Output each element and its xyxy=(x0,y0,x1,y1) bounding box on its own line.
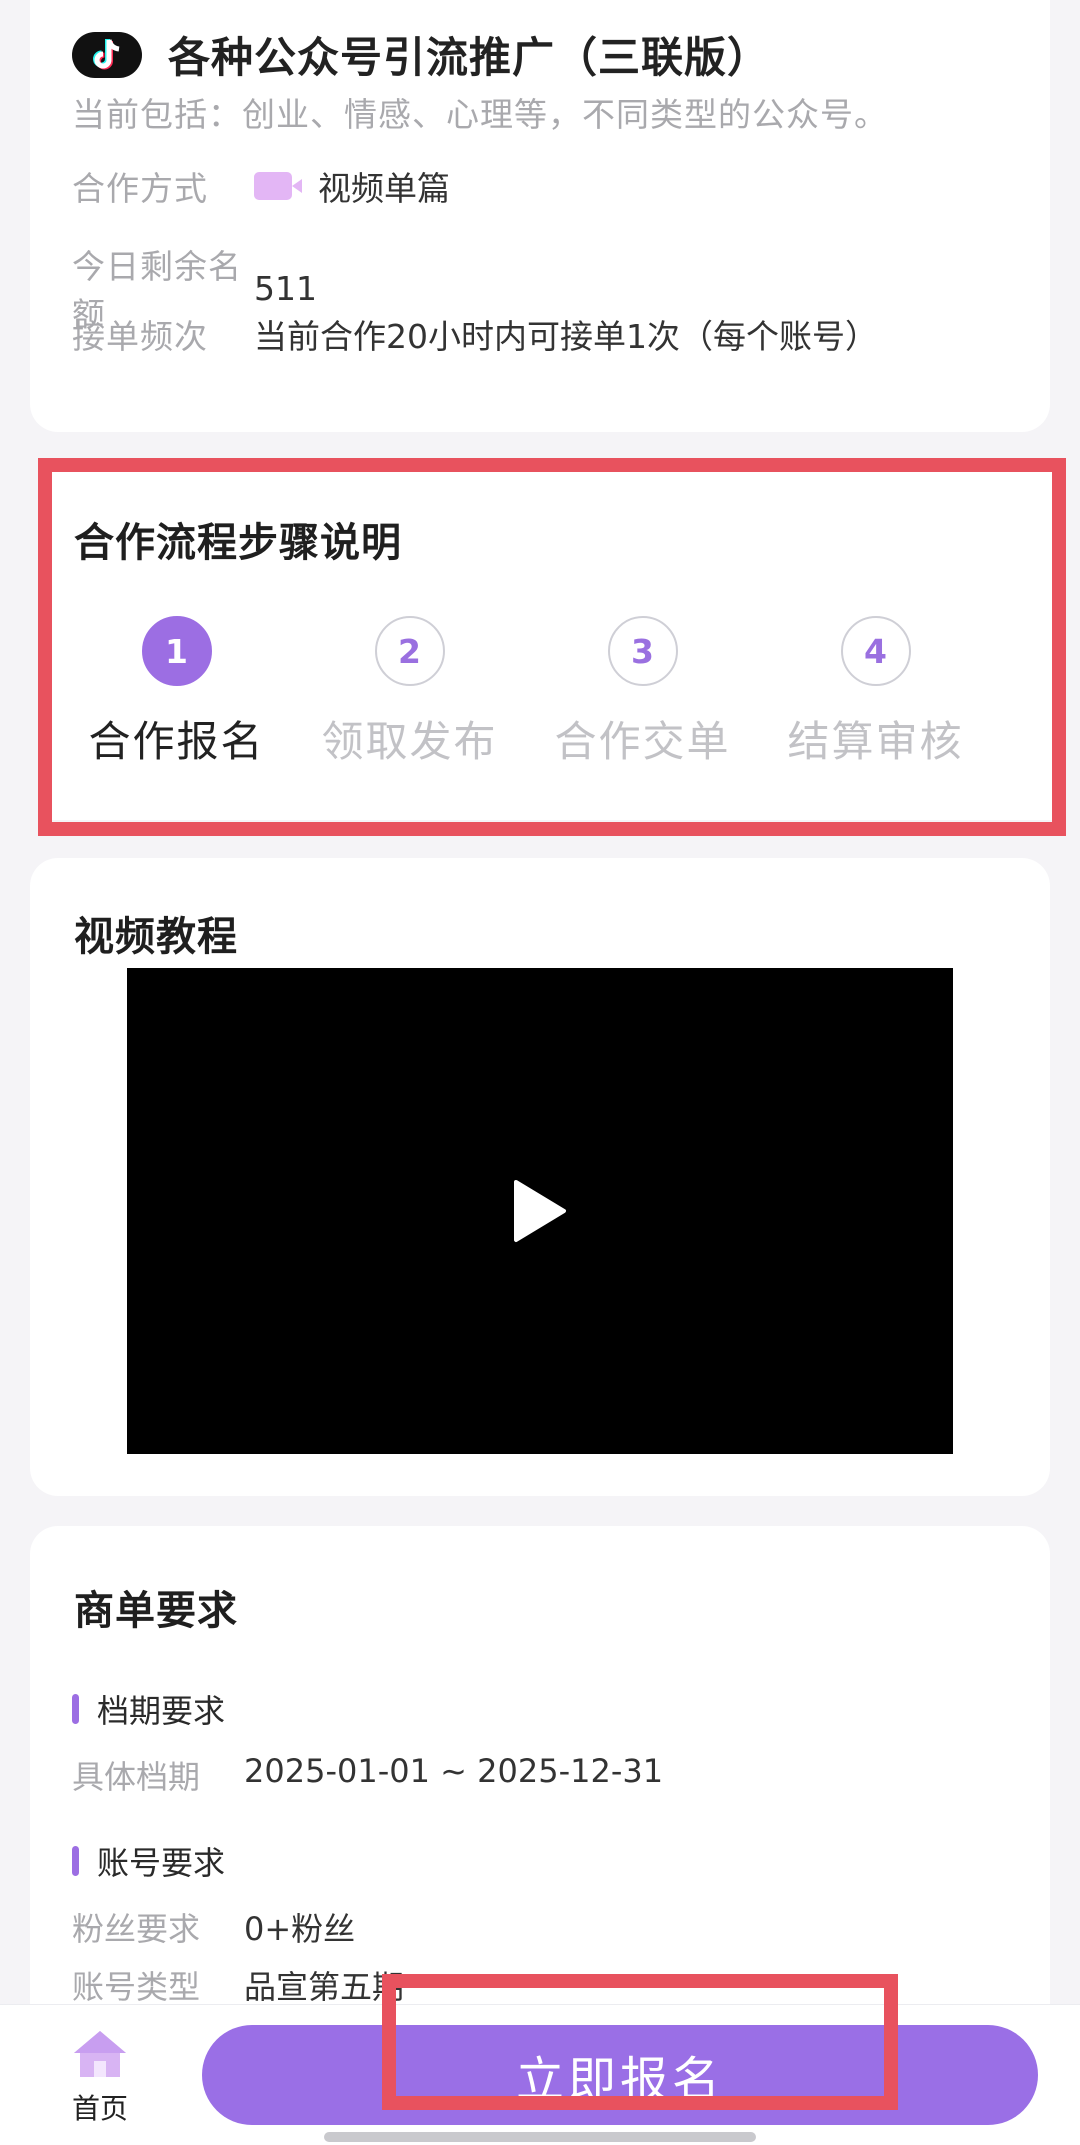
schedule-heading-text: 档期要求 xyxy=(97,1692,226,1730)
apply-button[interactable]: 立即报名 xyxy=(202,2025,1038,2125)
step-number: 2 xyxy=(374,616,445,686)
step-3: 3 合作交单 xyxy=(526,616,759,769)
req-value: 2025-01-01 ~ 2025-12-31 xyxy=(244,1752,664,1790)
req-label: 账号类型 xyxy=(72,1968,201,2006)
accent-bar xyxy=(72,1846,79,1876)
req-label: 粉丝要求 xyxy=(72,1910,201,1948)
info-label: 接单频次 xyxy=(72,317,208,356)
video-card: 视频教程 xyxy=(30,858,1050,1496)
accent-bar xyxy=(72,1694,79,1724)
bottom-bar: 首页 立即报名 xyxy=(0,2004,1080,2145)
req-value: 0+粉丝 xyxy=(244,1910,356,1948)
requirements-title: 商单要求 xyxy=(74,1588,238,1634)
home-tab[interactable]: 首页 xyxy=(60,2027,140,2127)
step-1: 1 合作报名 xyxy=(60,616,293,769)
schedule-heading: 档期要求 xyxy=(72,1686,225,1732)
process-title: 合作流程步骤说明 xyxy=(74,520,402,566)
info-row-cooperation: 合作方式 视频单篇 xyxy=(72,162,450,210)
video-title: 视频教程 xyxy=(74,914,238,960)
req-label: 具体档期 xyxy=(72,1758,201,1796)
step-number: 3 xyxy=(607,616,678,686)
process-steps: 1 合作报名 2 领取发布 3 合作交单 4 结算审核 xyxy=(60,616,1020,769)
task-title-row: 各种公众号引流推广（三联版） xyxy=(72,24,770,85)
step-label: 结算审核 xyxy=(787,717,964,766)
info-value: 视频单篇 xyxy=(318,169,450,208)
tiktok-logo-icon xyxy=(72,31,142,78)
video-player[interactable] xyxy=(127,968,953,1454)
info-value: 511 xyxy=(254,268,317,308)
task-title: 各种公众号引流推广（三联版） xyxy=(168,33,771,82)
schedule-row: 具体档期 2025-01-01 ~ 2025-12-31 xyxy=(72,1752,663,1798)
task-description: 当前包括：创业、情感、心理等，不同类型的公众号。 xyxy=(72,95,888,134)
step-label: 合作报名 xyxy=(88,717,265,766)
account-heading: 账号要求 xyxy=(72,1838,225,1884)
fans-row: 粉丝要求 0+粉丝 xyxy=(72,1904,355,1950)
page: 各种公众号引流推广（三联版） 当前包括：创业、情感、心理等，不同类型的公众号。 … xyxy=(0,0,1080,2145)
info-row-frequency: 接单频次 当前合作20小时内可接单1次（每个账号） xyxy=(72,310,878,358)
step-number: 4 xyxy=(840,616,911,686)
home-indicator xyxy=(324,2132,756,2142)
step-label: 合作交单 xyxy=(554,717,731,766)
task-card: 各种公众号引流推广（三联版） 当前包括：创业、情感、心理等，不同类型的公众号。 … xyxy=(30,0,1050,432)
info-label: 合作方式 xyxy=(72,169,208,208)
info-value: 当前合作20小时内可接单1次（每个账号） xyxy=(254,317,878,356)
account-heading-text: 账号要求 xyxy=(97,1844,226,1882)
play-icon[interactable] xyxy=(512,1178,568,1244)
home-icon[interactable] xyxy=(70,2027,130,2081)
req-value: 品宣第五期 xyxy=(244,1968,405,2006)
step-label: 领取发布 xyxy=(321,717,498,766)
video-camera-icon xyxy=(254,172,302,200)
step-4: 4 结算审核 xyxy=(759,616,992,769)
step-2: 2 领取发布 xyxy=(293,616,526,769)
home-label: 首页 xyxy=(71,2092,128,2125)
process-card: 合作流程步骤说明 1 合作报名 2 领取发布 3 合作交单 4 结算审核 xyxy=(40,468,1062,820)
info-value-wrap: 视频单篇 xyxy=(254,162,450,210)
account-type-row: 账号类型 品宣第五期 xyxy=(72,1962,404,2008)
step-number: 1 xyxy=(141,616,212,686)
